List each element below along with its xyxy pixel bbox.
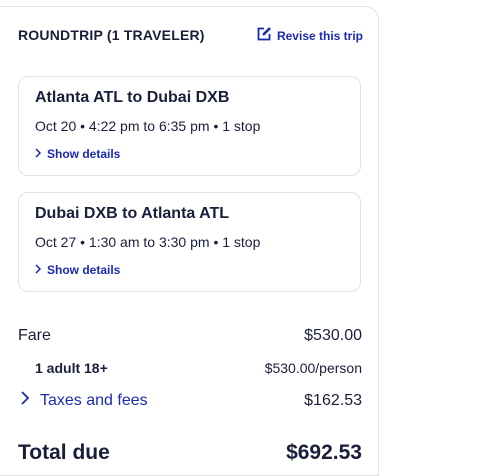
taxes-row: Taxes and fees $162.53 xyxy=(18,391,362,410)
fare-value: $530.00 xyxy=(304,327,362,344)
leg-times: Oct 20 • 4:22 pm to 6:35 pm • 1 stop xyxy=(35,118,261,134)
flight-leg-outbound: Atlanta ATL to Dubai DXB Oct 20 • 4:22 p… xyxy=(18,76,361,176)
leg-route: Dubai DXB to Atlanta ATL xyxy=(35,205,230,222)
show-details-label: Show details xyxy=(47,263,121,277)
fare-row: Fare $530.00 xyxy=(18,327,362,345)
show-details-label: Show details xyxy=(47,147,121,161)
leg-times: Oct 27 • 1:30 am to 3:30 pm • 1 stop xyxy=(35,234,261,250)
total-value: $692.53 xyxy=(286,441,362,464)
trip-summary-card: ROUNDTRIP (1 TRAVELER) Revise this trip … xyxy=(0,6,379,476)
chevron-right-icon xyxy=(34,147,47,161)
taxes-value: $162.53 xyxy=(304,392,362,409)
show-details-button-outbound[interactable]: Show details xyxy=(34,147,120,161)
flight-leg-return: Dubai DXB to Atlanta ATL Oct 27 • 1:30 a… xyxy=(18,192,361,292)
taxes-and-fees-toggle[interactable]: Taxes and fees xyxy=(18,391,148,410)
trip-type-title: ROUNDTRIP (1 TRAVELER) xyxy=(18,27,205,43)
show-details-button-return[interactable]: Show details xyxy=(34,263,120,277)
traveler-price-row: 1 adult 18+ $530.00/person xyxy=(18,360,362,376)
fare-label: Fare xyxy=(18,327,51,344)
trip-header: ROUNDTRIP (1 TRAVELER) Revise this trip xyxy=(18,27,363,47)
edit-icon xyxy=(256,26,277,45)
total-row: Total due $692.53 xyxy=(18,441,362,465)
taxes-label: Taxes and fees xyxy=(40,391,148,409)
total-label: Total due xyxy=(18,441,110,464)
traveler-price: $530.00/person xyxy=(264,360,362,376)
leg-route: Atlanta ATL to Dubai DXB xyxy=(35,89,230,106)
chevron-right-icon xyxy=(18,391,40,410)
revise-trip-label: Revise this trip xyxy=(276,28,363,43)
chevron-right-icon xyxy=(34,263,47,277)
traveler-label: 1 adult 18+ xyxy=(35,360,108,376)
revise-trip-link[interactable]: Revise this trip xyxy=(256,26,363,45)
